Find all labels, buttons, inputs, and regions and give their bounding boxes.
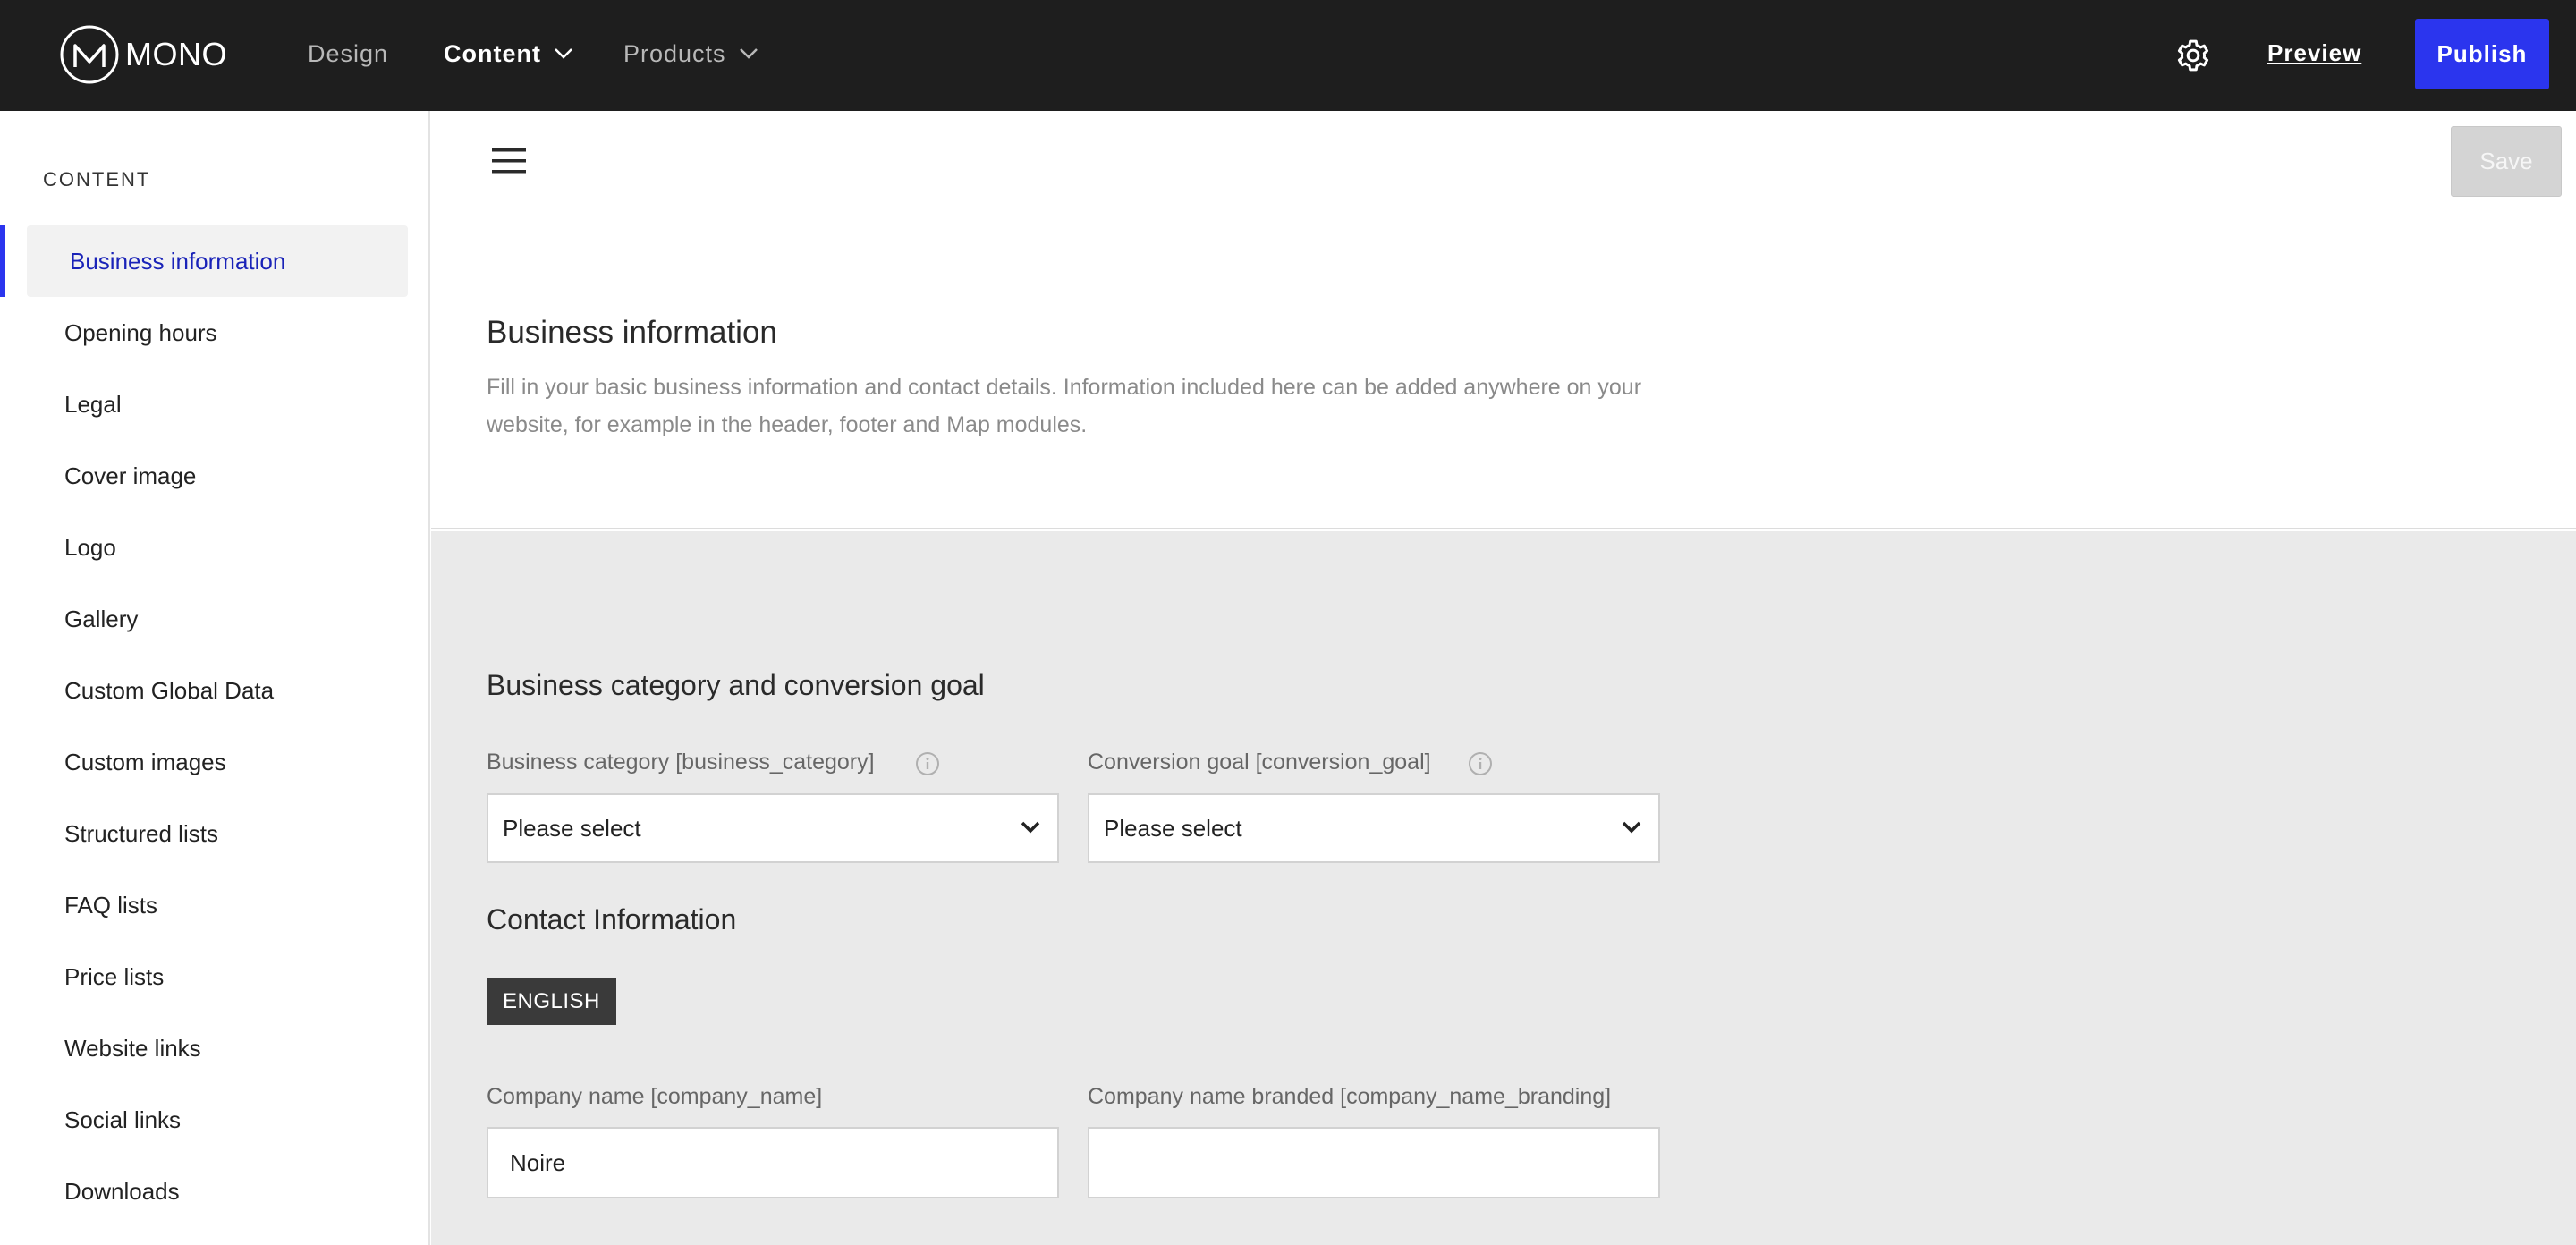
contact-section-title: Contact Information	[487, 903, 737, 936]
sidebar-item-business-information[interactable]: Business information	[27, 225, 408, 297]
sidebar-item-label: Price lists	[64, 962, 165, 990]
preview-link[interactable]: Preview	[2267, 39, 2361, 67]
sidebar-item-custom-images[interactable]: Custom images	[27, 726, 408, 798]
save-button[interactable]: Save	[2451, 126, 2562, 197]
sidebar-item-custom-global-data[interactable]: Custom Global Data	[27, 655, 408, 726]
company-name-label: Company name [company_name]	[487, 1084, 823, 1109]
mono-logo-icon	[60, 25, 119, 84]
sidebar-item-cover-image[interactable]: Cover image	[27, 440, 408, 512]
sidebar-item-label: Logo	[64, 533, 116, 561]
info-icon[interactable]	[1468, 751, 1493, 776]
logo-text: MONO	[125, 36, 227, 72]
sidebar-item-downloads[interactable]: Downloads	[27, 1156, 408, 1227]
sidebar-item-structured-lists[interactable]: Structured lists	[27, 798, 408, 869]
company-name-branded-label: Company name branded [company_name_brand…	[1088, 1084, 1612, 1109]
conversion-goal-label: Conversion goal [conversion_goal]	[1088, 750, 1431, 775]
business-category-value: Please select	[503, 814, 641, 842]
nav-design-label: Design	[308, 39, 389, 67]
nav-products[interactable]: Products	[623, 36, 758, 72]
sidebar-item-label: Gallery	[64, 605, 139, 632]
category-section-title: Business category and conversion goal	[487, 669, 985, 701]
sidebar-item-gallery[interactable]: Gallery	[27, 583, 408, 655]
sidebar-item-opening-hours[interactable]: Opening hours	[27, 297, 408, 368]
publish-button[interactable]: Publish	[2415, 19, 2549, 89]
conversion-goal-value: Please select	[1104, 814, 1242, 842]
chevron-down-icon	[555, 48, 572, 59]
nav-design[interactable]: Design	[308, 36, 388, 72]
hamburger-menu-icon[interactable]	[492, 147, 526, 175]
page-description: Fill in your basic business information …	[487, 375, 1642, 437]
sidebar-item-label: Legal	[64, 390, 122, 418]
logo[interactable]: MONO	[59, 23, 227, 86]
sidebar-heading: CONTENT	[43, 168, 151, 191]
sidebar-item-logo[interactable]: Logo	[27, 512, 408, 583]
sidebar-item-label: Opening hours	[64, 318, 217, 346]
company-name-input[interactable]	[487, 1127, 1059, 1198]
content-sidebar: CONTENT Business information Opening hou…	[0, 111, 430, 1245]
language-tab-english[interactable]: ENGLISH	[487, 978, 616, 1025]
settings-gear-icon[interactable]	[2175, 38, 2211, 73]
sidebar-item-faq-lists[interactable]: FAQ lists	[27, 869, 408, 941]
chevron-down-icon	[1622, 821, 1641, 834]
business-category-select[interactable]: Please select	[487, 793, 1059, 863]
sidebar-item-label: Cover image	[64, 462, 197, 489]
sidebar-item-label: Custom images	[64, 748, 226, 775]
info-icon[interactable]	[915, 751, 940, 776]
chevron-down-icon	[1021, 821, 1040, 834]
sidebar-item-label: Business information	[70, 247, 286, 275]
sidebar-item-website-links[interactable]: Website links	[27, 1012, 408, 1084]
sidebar-item-label: Downloads	[64, 1177, 180, 1205]
sidebar-item-label: Website links	[64, 1034, 201, 1062]
nav-content-label: Content	[444, 39, 541, 67]
page-title: Business information	[487, 315, 777, 350]
nav-products-label: Products	[623, 39, 726, 67]
nav-content[interactable]: Content	[444, 36, 573, 72]
sidebar-item-label: Structured lists	[64, 819, 218, 847]
sidebar-item-label: Social links	[64, 1105, 182, 1133]
business-category-label: Business category [business_category]	[487, 750, 875, 775]
top-navigation-bar: MONO Design Content Products Preview Pub…	[0, 0, 2576, 111]
sidebar-item-label: Custom Global Data	[64, 676, 275, 704]
company-name-branded-input[interactable]	[1088, 1127, 1660, 1198]
sidebar-item-price-lists[interactable]: Price lists	[27, 941, 408, 1012]
conversion-goal-select[interactable]: Please select	[1088, 793, 1660, 863]
sidebar-item-legal[interactable]: Legal	[27, 368, 408, 440]
active-indicator	[0, 225, 5, 297]
sidebar-item-label: FAQ lists	[64, 891, 158, 919]
sidebar-item-social-links[interactable]: Social links	[27, 1084, 408, 1156]
chevron-down-icon	[739, 48, 758, 59]
